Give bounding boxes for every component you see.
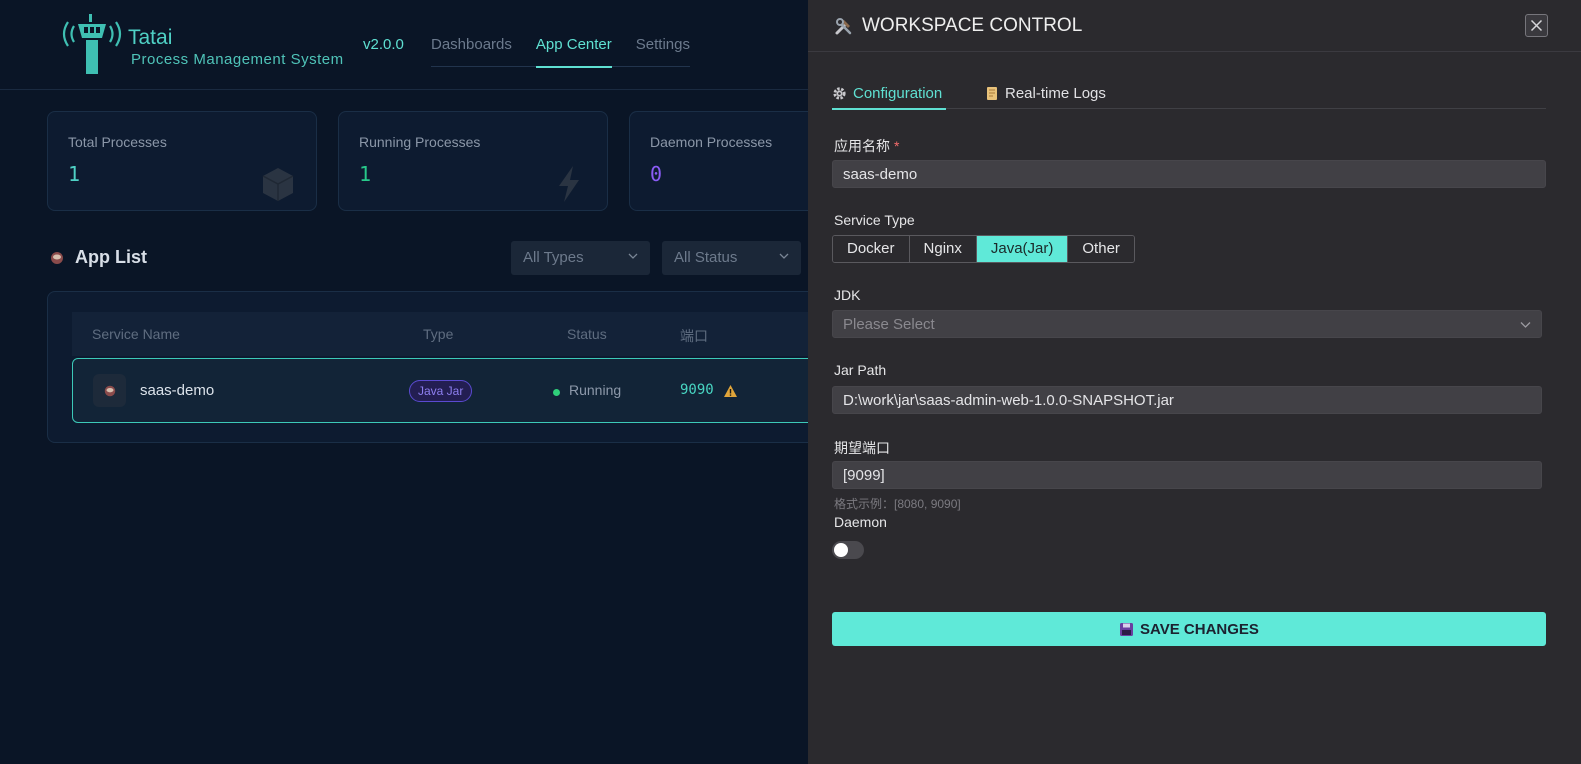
stat-card-total: Total Processes 1 <box>47 111 317 211</box>
stat-value: 1 <box>359 162 372 186</box>
service-type-nginx[interactable]: Nginx <box>909 236 977 262</box>
jar-path-input[interactable]: D:\work\jar\saas-admin-web-1.0.0-SNAPSHO… <box>832 386 1542 414</box>
save-button-label: SAVE CHANGES <box>1140 620 1259 638</box>
workspace-control-drawer: WORKSPACE CONTROL Configuration Real-tim… <box>808 0 1581 764</box>
coffee-icon <box>104 385 115 396</box>
app-list-title: App List <box>75 247 147 267</box>
drawer-title: WORKSPACE CONTROL <box>834 15 1082 37</box>
scroll-icon <box>987 87 997 100</box>
app-name-input[interactable]: saas-demo <box>832 160 1546 188</box>
control-tower-logo-icon <box>62 14 122 74</box>
stat-card-daemon: Daemon Processes 0 <box>629 111 829 211</box>
type-filter-value: All Types <box>523 249 584 266</box>
chevron-down-icon <box>628 253 638 259</box>
daemon-toggle[interactable] <box>832 541 864 559</box>
tab-real-time-logs[interactable]: Real-time Logs <box>985 78 1106 109</box>
column-header: Type <box>423 326 454 342</box>
tools-icon <box>835 18 852 35</box>
required-asterisk: * <box>894 138 900 154</box>
brand-subtitle: Process Management System <box>131 51 344 68</box>
service-type-other[interactable]: Other <box>1068 236 1134 262</box>
status-text: Running <box>569 382 622 398</box>
column-header: Status <box>567 326 607 342</box>
brand-name: Tatai <box>128 26 173 49</box>
table-header: Service Name Type Status 端口 <box>72 312 832 356</box>
close-icon <box>1530 19 1543 32</box>
service-type-label: Service Type <box>834 212 915 228</box>
jdk-select[interactable]: Please Select <box>832 310 1542 338</box>
floppy-disk-icon <box>1120 622 1134 636</box>
table-row[interactable]: saas-demo Java Jar Running 9090 <box>72 358 832 423</box>
app-list-heading: App List <box>49 247 147 268</box>
save-changes-button[interactable]: SAVE CHANGES <box>832 612 1546 646</box>
box-icon <box>262 168 294 201</box>
column-header: Service Name <box>92 326 180 342</box>
nav-dashboards[interactable]: Dashboards <box>431 36 512 67</box>
close-button[interactable] <box>1525 14 1548 37</box>
stat-card-running: Running Processes 1 <box>338 111 608 211</box>
stat-label: Running Processes <box>359 134 481 150</box>
chevron-down-icon <box>1520 322 1531 328</box>
tab-label: Configuration <box>853 85 943 102</box>
gear-icon <box>833 87 846 100</box>
type-badge: Java Jar <box>409 380 473 402</box>
column-header: 端口 <box>680 328 708 344</box>
type-filter-select[interactable]: All Types <box>511 241 650 275</box>
coffee-icon <box>51 251 63 264</box>
stat-label: Daemon Processes <box>650 134 773 150</box>
port-value: 9090 <box>680 382 714 398</box>
stat-value: 0 <box>650 162 663 186</box>
service-type-java-jar[interactable]: Java(Jar) <box>976 236 1069 262</box>
service-avatar <box>93 374 126 407</box>
nav-settings[interactable]: Settings <box>636 36 690 67</box>
drawer-title-text: WORKSPACE CONTROL <box>862 15 1083 36</box>
status-filter-value: All Status <box>674 249 738 266</box>
jdk-placeholder: Please Select <box>843 316 935 333</box>
tab-label: Real-time Logs <box>1005 85 1106 102</box>
drawer-header: WORKSPACE CONTROL <box>808 0 1581 52</box>
service-type-segmented: Docker Nginx Java(Jar) Other <box>832 235 1135 263</box>
chevron-down-icon <box>779 253 789 259</box>
main-nav: Dashboards App Center Settings <box>431 36 690 68</box>
service-type-docker[interactable]: Docker <box>833 236 910 262</box>
daemon-label: Daemon <box>834 514 887 530</box>
nav-app-center[interactable]: App Center <box>535 36 612 68</box>
stat-label: Total Processes <box>68 134 167 150</box>
tab-configuration[interactable]: Configuration <box>832 78 946 110</box>
warning-icon[interactable] <box>723 384 738 398</box>
drawer-tabs: Configuration Real-time Logs <box>832 66 1546 110</box>
service-name: saas-demo <box>140 382 215 399</box>
app-name-label-text: 应用名称 <box>834 138 890 154</box>
jdk-label: JDK <box>834 287 861 303</box>
app-name-label: 应用名称 * <box>834 136 899 156</box>
status-dot <box>553 389 560 396</box>
version-label: v2.0.0 <box>363 36 404 53</box>
status-filter-select[interactable]: All Status <box>662 241 801 275</box>
app-table: Service Name Type Status 端口 saas-demo Ja… <box>47 291 847 443</box>
lightning-icon <box>559 166 579 202</box>
port-hint: 格式示例：[8080, 9090] <box>834 497 961 511</box>
jar-path-label: Jar Path <box>834 362 887 378</box>
stat-value: 1 <box>68 162 81 186</box>
port-label: 期望端口 <box>834 440 890 456</box>
port-input[interactable]: [9099] <box>832 461 1542 489</box>
